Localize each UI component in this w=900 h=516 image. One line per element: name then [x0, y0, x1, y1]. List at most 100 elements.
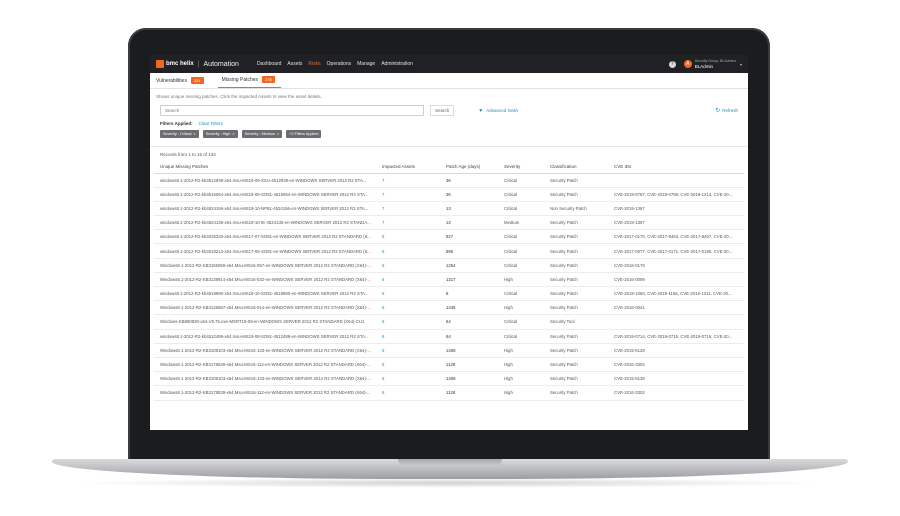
- logo-text: bmc helix: [166, 61, 194, 67]
- close-icon[interactable]: ×: [232, 132, 234, 136]
- impacted-assets-link[interactable]: 7: [382, 201, 446, 217]
- impacted-assets-link[interactable]: 6: [382, 272, 446, 288]
- count-badge: 275: [262, 76, 275, 83]
- table-row[interactable]: Windows8.1-2012-R2-KB3156059-x64.Msu-MS1…: [154, 258, 744, 273]
- search-button[interactable]: Search: [430, 105, 455, 116]
- nav-item-risks[interactable]: Risks: [308, 61, 320, 67]
- table-cell: Windows8.1-2012-R2-KB3156059-x64.Msu-MS1…: [154, 258, 382, 273]
- impacted-assets-link[interactable]: 6: [382, 286, 446, 302]
- user-menu[interactable]: Security Group: BLAdmins BLAdmin: [695, 59, 736, 69]
- table-cell: 64: [446, 329, 504, 344]
- filter-chip[interactable]: +2 Filters Applied: [286, 130, 322, 138]
- table-cell: windows8.1-2012-R2-kb4025333-x64.msu-MS1…: [154, 229, 382, 245]
- tab-bar: Vulnerabilities 331 Missing Patches 275: [150, 73, 748, 89]
- table-cell: Security Tool: [550, 314, 614, 330]
- table-cell: 1317: [446, 272, 504, 288]
- table-row[interactable]: windows8.1-2012-R2-kb4512938-x64.msu-MS1…: [154, 173, 744, 188]
- table-row[interactable]: Windows8.1-2012-R2-KB3109103-x64.Msu-MS1…: [154, 343, 744, 358]
- app-name: Automation: [203, 60, 239, 68]
- column-header[interactable]: Severity: [504, 161, 550, 174]
- impacted-assets-link[interactable]: 7: [382, 187, 446, 202]
- table-cell: CVE-2016-3302: [614, 385, 744, 401]
- filter-chip[interactable]: Severity : Medium ×: [241, 130, 283, 138]
- help-icon[interactable]: ?: [668, 60, 676, 68]
- table-cell: CVE-2015-6128: [614, 343, 744, 358]
- nav-item-manage[interactable]: Manage: [357, 61, 375, 67]
- table-row[interactable]: windows8.1-2012-R2-kb4524156-x64.msu-MS1…: [154, 201, 744, 217]
- laptop-notch: [398, 459, 502, 466]
- table-row[interactable]: windows8.1-2012-R2-kb4519990-x64.msu-MS1…: [154, 286, 744, 302]
- close-icon[interactable]: ×: [277, 132, 279, 136]
- table-cell: Windows8.1-2012-R2-KB3178539-x64.Msu-MS1…: [154, 357, 382, 373]
- table-cell: windows8.1-2012-R2-kb4512938-x64.msu-MS1…: [154, 173, 382, 188]
- filter-chip-label: +2 Filters Applied: [289, 132, 319, 136]
- column-header[interactable]: Unique Missing Patches: [154, 161, 382, 174]
- table-row[interactable]: Windows-KB890830-x64-V5.75.exe-MSRT19-08…: [154, 314, 744, 330]
- impacted-assets-link[interactable]: 6: [382, 385, 446, 401]
- tab-vulnerabilities[interactable]: Vulnerabilities 331: [156, 77, 210, 88]
- column-header[interactable]: Patch Age (days): [446, 161, 504, 174]
- table-cell: Critical: [504, 201, 550, 217]
- table-row[interactable]: Windows8.1-2012-R2-KB3178539-x64.Msu-MS1…: [154, 385, 744, 401]
- nav-item-dashboard[interactable]: Dashboard: [257, 61, 281, 67]
- impacted-assets-link[interactable]: 6: [382, 314, 446, 330]
- column-header[interactable]: CVE IDs: [614, 161, 744, 174]
- impacted-assets-link[interactable]: 6: [382, 329, 446, 344]
- table-cell: 1345: [446, 300, 504, 316]
- table-row[interactable]: Windows8.1-2012-R2-KB3109103-x64.Msu-MS1…: [154, 371, 744, 387]
- table-cell: 36: [446, 187, 504, 202]
- chevron-down-icon[interactable]: ▾: [740, 62, 742, 67]
- table-cell: Windows8.1-2012-R2-KB3109103-x64.Msu-MS1…: [154, 343, 382, 358]
- table-cell: 13: [446, 215, 504, 231]
- filter-chip[interactable]: Severity : Critical ×: [160, 130, 199, 138]
- table-row[interactable]: Windows8.1-2012-R2-KB3178539-x64.Msu-MS1…: [154, 357, 744, 373]
- impacted-assets-link[interactable]: 6: [382, 343, 446, 358]
- impacted-assets-link[interactable]: 6: [382, 357, 446, 373]
- filter-chip-label: Severity : Critical: [163, 132, 192, 136]
- impacted-assets-link[interactable]: 6: [382, 243, 446, 259]
- user-avatar[interactable]: A: [683, 60, 692, 68]
- close-icon[interactable]: ×: [193, 132, 195, 136]
- table-cell: Security Patch: [550, 385, 614, 401]
- table-cell: High: [504, 300, 550, 316]
- table-cell: CVE-2019-1367: [614, 215, 744, 231]
- column-header[interactable]: Classification: [550, 161, 614, 174]
- impacted-assets-link[interactable]: 6: [382, 229, 446, 245]
- brand-logo[interactable]: bmc helix | Automation: [156, 60, 239, 68]
- impacted-assets-link[interactable]: 6: [382, 300, 446, 316]
- table-cell: Critical: [504, 187, 550, 202]
- table-cell: Critical: [504, 258, 550, 273]
- table-cell: windows8.1-2012-R2-kb4512489-x64.msu-MS1…: [154, 329, 382, 344]
- search-input[interactable]: [160, 105, 424, 116]
- page-description: Shows unique missing patches. Click the …: [156, 94, 322, 99]
- filter-chip[interactable]: Severity : High ×: [202, 130, 238, 138]
- table-cell: Critical: [504, 229, 550, 245]
- table-cell: Windows8.1-2012-R2-KB3139914-x64.Msu-MS1…: [154, 272, 382, 288]
- clear-filters-link[interactable]: Clear Filters: [199, 121, 223, 126]
- table-cell: Non Security Patch: [550, 201, 614, 217]
- impacted-assets-link[interactable]: 7: [382, 173, 446, 188]
- table-cell: High: [504, 385, 550, 401]
- refresh-button[interactable]: ↻ Refresh: [715, 107, 738, 114]
- table-row[interactable]: windows8.1-2012-R2-kb4512489-x64.msu-MS1…: [154, 329, 744, 344]
- nav-item-assets[interactable]: Assets: [287, 61, 302, 67]
- impacted-assets-link[interactable]: 6: [382, 258, 446, 273]
- table-row[interactable]: Windows8.1-2012-R2-KB3139914-x64.Msu-MS1…: [154, 272, 744, 288]
- table-cell: Windows8.1-2012-R2-KB3178539-x64.Msu-MS1…: [154, 385, 382, 401]
- tab-missing-patches[interactable]: Missing Patches 275: [217, 76, 281, 88]
- table-row[interactable]: Windows8.1-2012-R2-KB3126587-x64.Msu-MS1…: [154, 300, 744, 316]
- table-row[interactable]: windows8.1-2012-R2-kb4524135-x64.msu-MS1…: [154, 215, 744, 231]
- table-cell: CVE-2019-1367: [614, 201, 744, 217]
- refresh-icon: ↻: [715, 108, 721, 114]
- table-row[interactable]: windows8.1-2012-R2-kb4516064-x64.msu-MS1…: [154, 187, 744, 202]
- impacted-assets-link[interactable]: 7: [382, 215, 446, 231]
- advanced-search-link[interactable]: ▼ Advanced Seah: [478, 108, 518, 114]
- nav-item-operations[interactable]: Operations: [327, 61, 351, 67]
- table-cell: Security Patch: [550, 343, 614, 358]
- table-row[interactable]: windows8.1-2012-R2-kb4025333-x64.msu-MS1…: [154, 229, 744, 245]
- laptop-shadow: [70, 478, 830, 488]
- column-header[interactable]: Impacted Assets: [382, 161, 446, 174]
- nav-item-administration[interactable]: Administration: [381, 61, 413, 67]
- table-row[interactable]: windows8.1-2012-R2-kb4019213-x64.msu-MS1…: [154, 243, 744, 259]
- impacted-assets-link[interactable]: 6: [382, 371, 446, 387]
